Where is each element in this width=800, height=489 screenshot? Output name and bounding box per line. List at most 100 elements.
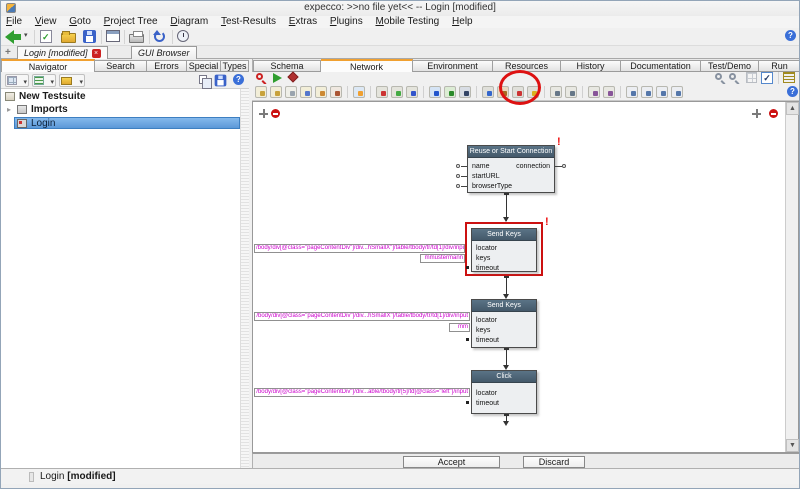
menu-view[interactable]: View [30, 16, 62, 28]
pin-locator[interactable]: locator [476, 390, 497, 398]
tree-row-login[interactable]: Login [14, 117, 240, 129]
delete-step-icon[interactable] [330, 86, 342, 98]
add-step-icon[interactable] [255, 86, 267, 98]
connection-line[interactable] [506, 276, 507, 294]
menu-plugins[interactable]: Plugins [325, 16, 368, 28]
remove-output-pin-icon[interactable] [769, 109, 778, 118]
network-help-icon[interactable]: ? [787, 86, 798, 97]
insert-step-icon[interactable] [391, 86, 403, 98]
pin-browsertype[interactable]: browserType [472, 183, 512, 191]
insert-input-pin-icon[interactable] [376, 86, 388, 98]
step-settings-blue-icon[interactable] [482, 86, 494, 98]
remove-input-pin-icon[interactable] [271, 109, 280, 118]
xpath-value-label[interactable]: /body/div[@class="pageContentDiv"]/div..… [254, 388, 470, 397]
save-button[interactable] [83, 30, 101, 44]
group-steps-icon[interactable] [459, 86, 471, 98]
navigator-help-icon[interactable]: ? [233, 74, 244, 85]
menu-test-results[interactable]: Test-Results [216, 16, 281, 28]
doc-tab-gui-browser[interactable]: GUI Browser [131, 46, 197, 59]
new-item-button[interactable]: ▾ [59, 74, 85, 87]
new-tab-button[interactable]: + [5, 47, 11, 58]
tab-special[interactable]: Special [187, 60, 221, 71]
add-page-icon[interactable] [285, 86, 297, 98]
palette-icon[interactable] [353, 86, 365, 98]
split-connection-icon[interactable] [603, 86, 615, 98]
pin-locator[interactable]: locator [476, 245, 497, 253]
connection-line[interactable] [506, 414, 507, 421]
grid-toggle-icon[interactable] [746, 72, 757, 83]
run-icon[interactable] [273, 73, 282, 83]
print-button[interactable] [129, 30, 147, 44]
add-block-icon[interactable] [270, 86, 282, 98]
tree-scrollbar[interactable] [240, 89, 249, 468]
diagram-canvas[interactable]: Reuse or Start Connection name startURL … [252, 101, 799, 453]
tree-row-imports[interactable]: ▸ Imports [1, 104, 239, 116]
pin-order-4-icon[interactable] [671, 86, 683, 98]
tab-search[interactable]: Search [95, 60, 147, 71]
connect-pins-icon[interactable] [429, 86, 441, 98]
help-icon[interactable]: ? [785, 30, 796, 41]
menu-project-tree[interactable]: Project Tree [99, 16, 163, 28]
save-item-button[interactable] [214, 74, 227, 87]
save-snippet-icon[interactable] [300, 86, 312, 98]
tab-history[interactable]: History [561, 60, 621, 71]
connection-line[interactable] [506, 348, 507, 365]
new-node-icon[interactable] [444, 86, 456, 98]
tab-resources[interactable]: Resources [493, 60, 561, 71]
pin-connector-icon[interactable] [562, 164, 566, 168]
keys-value-label[interactable]: mm [449, 323, 470, 332]
menu-file[interactable]: File [1, 16, 27, 28]
view-mode-button[interactable]: ▾ [5, 74, 29, 87]
canvas-scrollbar[interactable]: ▲ ▼ [785, 102, 799, 452]
menu-help[interactable]: Help [447, 16, 478, 28]
accept-button[interactable]: Accept [403, 456, 500, 468]
tab-errors[interactable]: Errors [147, 60, 187, 71]
step-click[interactable]: Click locator timeout [471, 370, 537, 414]
add-output-pin-icon[interactable] [752, 109, 761, 118]
tree-mode-button[interactable]: ▾ [32, 74, 56, 87]
pin-order-1-icon[interactable] [626, 86, 638, 98]
pin-connector-icon[interactable] [456, 174, 460, 178]
menu-mobile-testing[interactable]: Mobile Testing [370, 16, 444, 28]
zoom-in-icon[interactable] [715, 73, 722, 80]
undo-button[interactable] [153, 30, 172, 44]
expander-icon[interactable]: ▸ [7, 104, 11, 116]
history-settings-button[interactable] [177, 30, 195, 44]
pin-locator[interactable]: locator [476, 317, 497, 325]
pin-timeout[interactable]: timeout [476, 337, 499, 345]
scroll-down-icon[interactable]: ▼ [786, 439, 799, 452]
apply-button[interactable] [40, 30, 58, 44]
tab-schema[interactable]: Schema [253, 60, 321, 71]
notes-icon[interactable] [783, 72, 795, 83]
debug-icon[interactable] [287, 71, 299, 83]
copy-item-button[interactable] [199, 75, 212, 89]
discard-button[interactable]: Discard [523, 456, 585, 468]
add-input-pin-icon[interactable] [259, 109, 268, 118]
tab-network[interactable]: Network [321, 59, 413, 72]
pin-timeout[interactable]: timeout [476, 265, 499, 273]
tree-row-testsuite[interactable]: New Testsuite [1, 91, 239, 103]
step-reuse-or-start-connection[interactable]: Reuse or Start Connection name startURL … [467, 145, 555, 193]
menu-goto[interactable]: Goto [64, 16, 96, 28]
pin-keys[interactable]: keys [476, 327, 490, 335]
pin-connector-icon[interactable] [456, 184, 460, 188]
zoom-out-icon[interactable] [729, 73, 736, 80]
xpath-value-label[interactable]: /body/div[@class="pageContentDiv"]/div..… [254, 244, 465, 253]
snap-checkbox[interactable]: ✓ [761, 72, 773, 84]
menu-extras[interactable]: Extras [284, 16, 322, 28]
load-snippet-icon[interactable] [315, 86, 327, 98]
step-send-keys-2[interactable]: Send Keys locator keys timeout [471, 299, 537, 348]
pin-order-3-icon[interactable] [656, 86, 668, 98]
open-file-button[interactable] [61, 30, 79, 44]
step-send-keys-1[interactable]: Send Keys locator keys timeout [471, 228, 537, 272]
tab-test-demo[interactable]: Test/Demo [701, 60, 759, 71]
rotate-step-icon[interactable] [565, 86, 577, 98]
search-step-icon[interactable] [256, 73, 263, 80]
pin-timeout[interactable]: timeout [476, 400, 499, 408]
pin-connector-icon[interactable] [456, 164, 460, 168]
tab-navigator[interactable]: Navigator [1, 59, 95, 72]
tab-types[interactable]: Types [221, 60, 249, 71]
back-button[interactable] [5, 30, 23, 44]
tab-run[interactable]: Run [759, 60, 799, 71]
tab-documentation[interactable]: Documentation [621, 60, 701, 71]
